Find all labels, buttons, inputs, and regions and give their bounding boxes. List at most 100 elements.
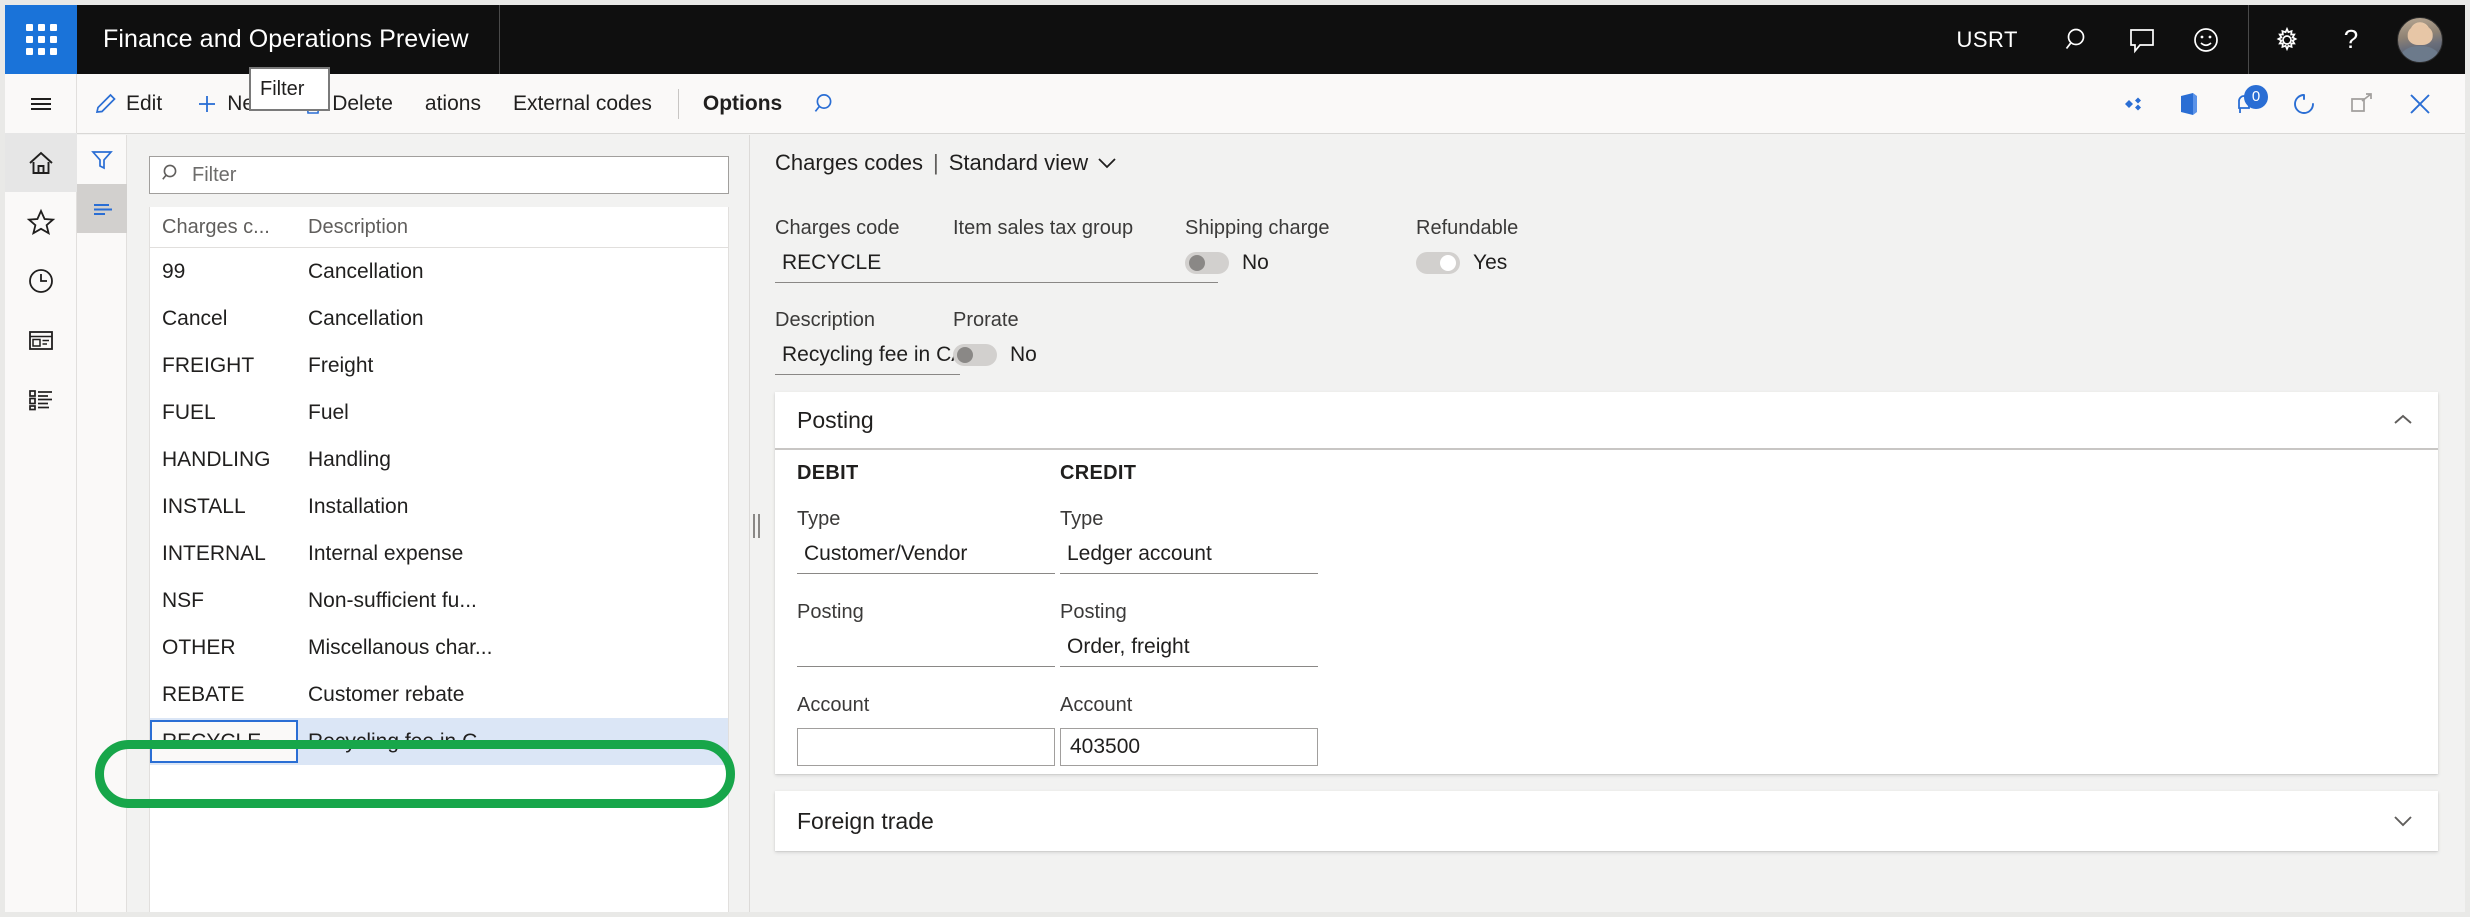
options-button[interactable]: Options xyxy=(689,92,796,116)
filter-input[interactable]: Filter xyxy=(149,156,729,194)
cell-charges-code[interactable]: Cancel xyxy=(150,307,298,331)
gear-icon[interactable] xyxy=(2255,5,2319,74)
search-icon xyxy=(160,162,182,189)
workspace-icon[interactable] xyxy=(5,310,77,369)
foreign-trade-section-header[interactable]: Foreign trade xyxy=(775,791,2438,851)
cell-description[interactable]: Internal expense xyxy=(298,542,728,566)
debit-type-input[interactable]: Customer/Vendor xyxy=(797,542,1055,574)
view-selector-label: Standard view xyxy=(949,150,1088,176)
column-header-charges-code[interactable]: Charges c... xyxy=(150,216,298,239)
table-row[interactable]: HANDLINGHandling xyxy=(150,436,728,483)
table-row[interactable]: FREIGHTFreight xyxy=(150,342,728,389)
field-credit-type: Type Ledger account xyxy=(1060,508,1318,574)
search-icon[interactable] xyxy=(2046,5,2110,74)
office-icon[interactable] xyxy=(2159,74,2217,134)
breadcrumb-separator: | xyxy=(933,150,939,176)
cell-charges-code[interactable]: INTERNAL xyxy=(150,542,298,566)
cell-charges-code[interactable]: REBATE xyxy=(150,683,298,707)
grid-header-row: Charges c... Description xyxy=(150,207,728,248)
smiley-icon[interactable] xyxy=(2174,5,2238,74)
notifications-icon[interactable]: 0 xyxy=(2217,74,2275,134)
credit-type-input[interactable]: Ledger account xyxy=(1060,542,1318,574)
user-avatar[interactable] xyxy=(2397,17,2443,63)
popout-icon[interactable] xyxy=(2333,74,2391,134)
cell-charges-code[interactable]: HANDLING xyxy=(150,448,298,472)
clock-icon[interactable] xyxy=(5,251,77,310)
funnel-icon[interactable] xyxy=(77,135,127,184)
shipping-charge-toggle-row: No xyxy=(1185,251,1330,275)
credit-column: CREDIT Type Ledger account Posting Order… xyxy=(1060,462,1318,766)
table-row[interactable]: CancelCancellation xyxy=(150,295,728,342)
home-icon[interactable] xyxy=(5,133,77,192)
field-debit-type: Type Customer/Vendor xyxy=(797,508,1055,574)
pane-splitter[interactable] xyxy=(749,135,763,917)
cell-description[interactable]: Non-sufficient fu... xyxy=(298,589,728,613)
external-codes-button[interactable]: External codes xyxy=(497,74,668,134)
star-icon[interactable] xyxy=(5,192,77,251)
chevron-down-icon xyxy=(1096,150,1118,176)
shipping-charge-toggle[interactable] xyxy=(1185,252,1229,274)
refresh-icon[interactable] xyxy=(2275,74,2333,134)
field-description: Description Recycling fee in CA s... xyxy=(775,309,960,375)
description-input[interactable]: Recycling fee in CA s... xyxy=(775,343,960,375)
cell-description[interactable]: Customer rebate xyxy=(298,683,728,707)
command-search-icon[interactable] xyxy=(796,91,854,117)
cell-description[interactable]: Freight xyxy=(298,354,728,378)
item-sales-tax-group-input[interactable] xyxy=(953,251,1218,283)
table-row[interactable]: OTHERMiscellanous char... xyxy=(150,624,728,671)
prorate-label: Prorate xyxy=(953,309,1037,332)
table-row[interactable]: 99Cancellation xyxy=(150,248,728,295)
close-icon[interactable] xyxy=(2391,74,2449,134)
company-code[interactable]: USRT xyxy=(1929,27,2047,53)
field-debit-posting: Posting xyxy=(797,601,1055,667)
cell-charges-code[interactable]: 99 xyxy=(150,260,298,284)
translations-button[interactable]: ations xyxy=(409,74,497,134)
credit-posting-label: Posting xyxy=(1060,601,1318,624)
table-row[interactable]: INTERNALInternal expense xyxy=(150,530,728,577)
cell-description[interactable]: Miscellanous char... xyxy=(298,636,728,660)
cell-charges-code[interactable]: RECYCLE xyxy=(150,720,298,763)
cell-description[interactable]: Cancellation xyxy=(298,260,728,284)
debit-account-input[interactable] xyxy=(797,728,1055,766)
cell-charges-code[interactable]: OTHER xyxy=(150,636,298,660)
cell-description[interactable]: Fuel xyxy=(298,401,728,425)
cell-charges-code[interactable]: FREIGHT xyxy=(150,354,298,378)
cell-description[interactable]: Recycling fee in C... xyxy=(298,730,728,754)
credit-account-input[interactable]: 403500 xyxy=(1060,728,1318,766)
cell-charges-code[interactable]: FUEL xyxy=(150,401,298,425)
hamburger-icon[interactable] xyxy=(5,74,77,133)
table-row[interactable]: REBATECustomer rebate xyxy=(150,671,728,718)
credit-posting-input[interactable]: Order, freight xyxy=(1060,635,1318,667)
command-bar: Edit New Delete ations External codes Op… xyxy=(77,74,2465,134)
field-shipping-charge: Shipping charge No xyxy=(1185,217,1330,275)
posting-section-title: Posting xyxy=(797,407,874,434)
cell-charges-code[interactable]: NSF xyxy=(150,589,298,613)
prorate-toggle[interactable] xyxy=(953,344,997,366)
refundable-toggle-row: Yes xyxy=(1416,251,1518,275)
plus-icon xyxy=(194,91,220,117)
list-lines-icon[interactable] xyxy=(77,184,127,233)
top-navigation-bar: Finance and Operations Preview USRT ? xyxy=(5,5,2465,74)
cell-description[interactable]: Handling xyxy=(298,448,728,472)
feedback-icon[interactable] xyxy=(2110,5,2174,74)
charges-codes-grid: Charges c... Description 99CancellationC… xyxy=(149,207,729,917)
posting-section-header[interactable]: Posting xyxy=(775,392,2438,448)
modules-icon[interactable] xyxy=(5,369,77,428)
debit-posting-input[interactable] xyxy=(797,635,1055,667)
view-selector[interactable]: Standard view xyxy=(949,150,1118,176)
help-icon[interactable]: ? xyxy=(2319,5,2383,74)
notification-count: 0 xyxy=(2244,85,2268,109)
app-launcher-icon[interactable] xyxy=(5,5,77,74)
table-row[interactable]: RECYCLERecycling fee in C... xyxy=(150,718,728,765)
shipping-charge-value: No xyxy=(1242,251,1269,275)
attachments-icon[interactable] xyxy=(2101,74,2159,134)
cell-description[interactable]: Cancellation xyxy=(298,307,728,331)
table-row[interactable]: FUELFuel xyxy=(150,389,728,436)
edit-button[interactable]: Edit xyxy=(77,74,178,134)
table-row[interactable]: INSTALLInstallation xyxy=(150,483,728,530)
column-header-description[interactable]: Description xyxy=(298,216,728,239)
refundable-toggle[interactable] xyxy=(1416,252,1460,274)
cell-charges-code[interactable]: INSTALL xyxy=(150,495,298,519)
table-row[interactable]: NSFNon-sufficient fu... xyxy=(150,577,728,624)
cell-description[interactable]: Installation xyxy=(298,495,728,519)
